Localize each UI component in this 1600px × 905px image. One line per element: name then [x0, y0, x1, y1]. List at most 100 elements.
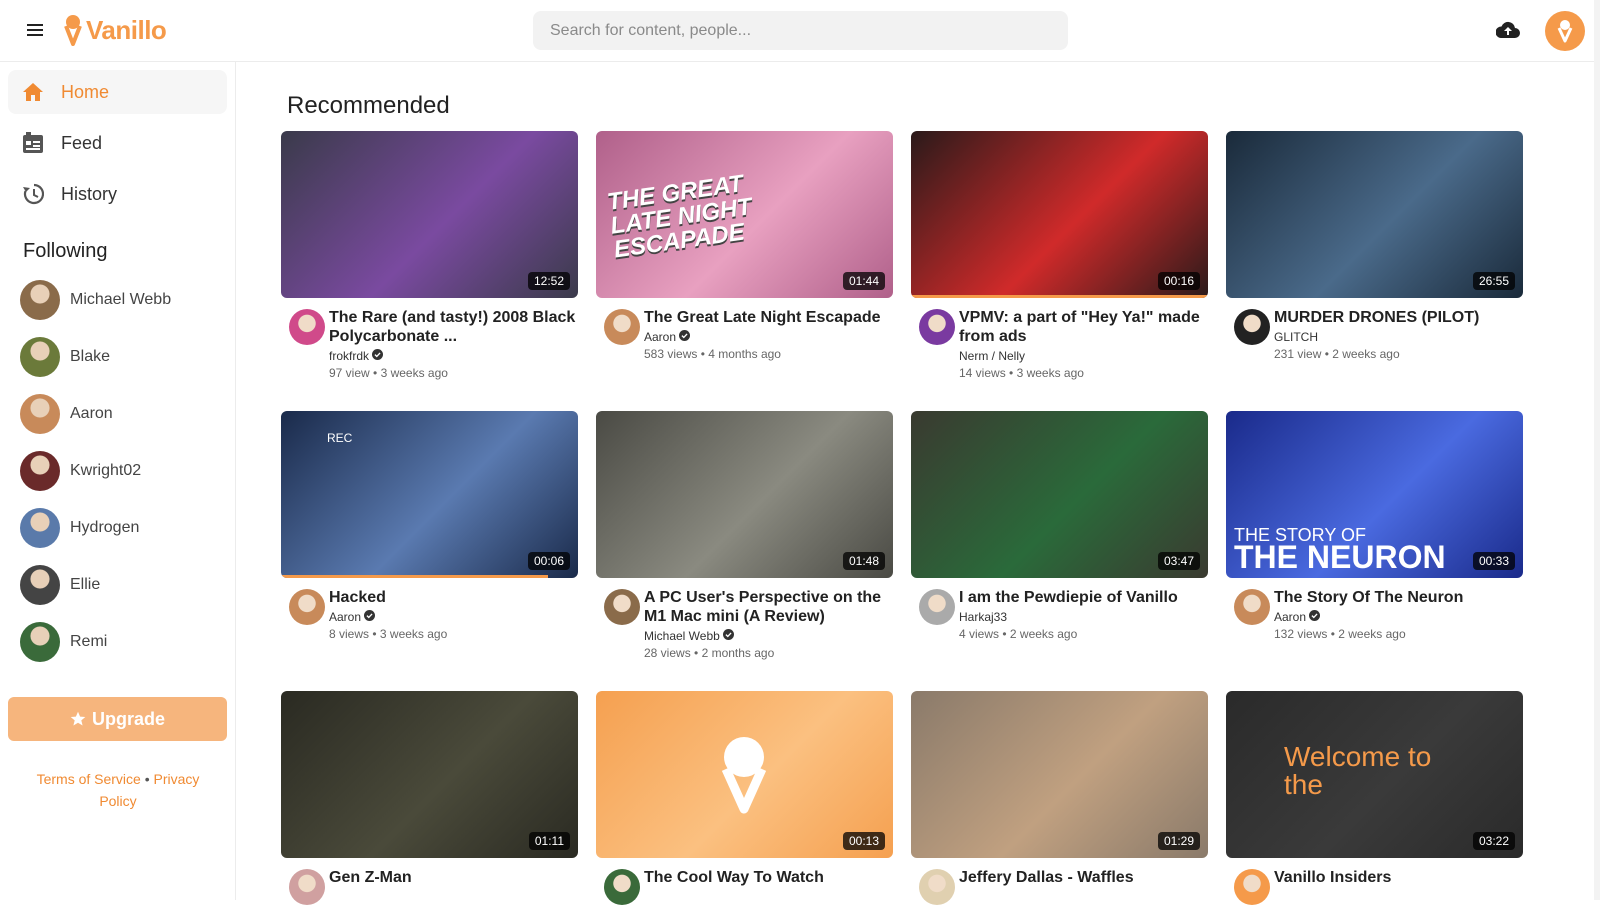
channel-name[interactable]: Nerm / Nelly: [959, 349, 1025, 363]
user-avatar[interactable]: [1545, 11, 1585, 51]
verified-icon: [722, 629, 734, 643]
channel-avatar[interactable]: [919, 589, 955, 625]
channel-avatar[interactable]: [289, 309, 325, 345]
sidebar-item-home[interactable]: Home: [8, 70, 227, 114]
following-item[interactable]: Remi: [20, 622, 107, 662]
upload-age: 2 months ago: [701, 646, 775, 660]
channel-name[interactable]: Harkaj33: [959, 610, 1007, 624]
video-title[interactable]: The Great Late Night Escapade: [644, 308, 893, 327]
view-count: 231 view: [1274, 347, 1322, 361]
upload-age: 3 weeks ago: [380, 366, 448, 380]
channel-name[interactable]: Michael Webb: [644, 629, 720, 643]
view-count: 132 views: [1274, 627, 1328, 641]
video-stats: 583 views • 4 months ago: [644, 347, 893, 361]
video-title[interactable]: I am the Pewdiepie of Vanillo: [959, 588, 1208, 607]
following-name: Blake: [70, 348, 111, 365]
video-title[interactable]: The Cool Way To Watch: [644, 868, 893, 887]
video-card[interactable]: THE GREAT LATE NIGHT ESCAPADE 01:44 The Gr…: [596, 131, 893, 361]
video-title[interactable]: Jeffery Dallas - Waffles: [959, 868, 1208, 887]
following-item[interactable]: Aaron: [20, 394, 113, 434]
channel-avatar[interactable]: [1234, 589, 1270, 625]
top-bar: Vanillo: [0, 0, 1600, 62]
stats-separator: •: [697, 347, 709, 361]
video-meta: MURDER DRONES (PILOT) GLITCH 231 view • 2 …: [1226, 308, 1523, 361]
channel-row: Aaron: [329, 610, 578, 624]
video-meta: The Great Late Night Escapade Aaron 583 vi…: [596, 308, 893, 361]
video-meta: Jeffery Dallas - Waffles: [911, 868, 1208, 905]
video-thumbnail[interactable]: THE GREAT LATE NIGHT ESCAPADE 01:44: [596, 131, 893, 298]
video-card[interactable]: REC 00:06 Hacked Aaron 8 views • 3 weeks ago: [281, 411, 578, 641]
channel-avatar[interactable]: [289, 589, 325, 625]
following-item[interactable]: Michael Webb: [20, 280, 171, 320]
following-item[interactable]: Ellie: [20, 565, 100, 605]
video-title[interactable]: Hacked: [329, 588, 578, 607]
video-thumbnail[interactable]: 26:55: [1226, 131, 1523, 298]
footer-separator: •: [144, 771, 150, 787]
video-card[interactable]: 01:29 Jeffery Dallas - Waffles: [911, 691, 1208, 905]
video-thumbnail[interactable]: 01:48: [596, 411, 893, 578]
video-title[interactable]: Vanillo Insiders: [1274, 868, 1523, 887]
menu-icon[interactable]: [27, 24, 43, 38]
channel-name[interactable]: Aaron: [329, 610, 361, 624]
channel-name[interactable]: Aaron: [1274, 610, 1306, 624]
sidebar-item-history[interactable]: History: [8, 172, 227, 216]
feed-icon: [22, 132, 44, 154]
video-thumbnail[interactable]: 03:47: [911, 411, 1208, 578]
video-card[interactable]: 01:11 Gen Z-Man: [281, 691, 578, 905]
channel-avatar[interactable]: [919, 309, 955, 345]
video-duration: 00:33: [1472, 552, 1515, 570]
upgrade-label: Upgrade: [91, 708, 165, 729]
video-title[interactable]: A PC User's Perspective on the M1 Mac mi…: [644, 588, 893, 626]
sidebar-item-feed[interactable]: Feed: [8, 121, 227, 165]
following-item[interactable]: Hydrogen: [20, 508, 139, 548]
video-card[interactable]: THE STORY OF THE NEURON 00:33 The Story Of …: [1226, 411, 1523, 641]
upload-age: 3 weeks ago: [379, 627, 448, 641]
verified-icon: [1309, 610, 1321, 624]
channel-avatar[interactable]: [604, 309, 640, 345]
video-thumbnail[interactable]: Welcome to the 03:22: [1226, 691, 1523, 858]
video-duration: 01:11: [528, 832, 570, 850]
following-item[interactable]: Blake: [20, 337, 110, 377]
scrollbar[interactable]: [1594, 0, 1600, 900]
video-thumbnail[interactable]: THE STORY OF THE NEURON 00:33: [1226, 411, 1523, 578]
video-title[interactable]: MURDER DRONES (PILOT): [1274, 308, 1523, 327]
video-card[interactable]: Welcome to the 03:22 Vanillo Insiders: [1226, 691, 1523, 905]
following-name: Aaron: [70, 405, 113, 422]
sidebar-item-label: Feed: [61, 132, 103, 153]
video-card[interactable]: 01:48 A PC User's Perspective on the M1 M…: [596, 411, 893, 660]
terms-link[interactable]: Terms of Service: [37, 771, 141, 787]
upgrade-button[interactable]: Upgrade: [8, 697, 227, 741]
video-thumbnail[interactable]: REC 00:06: [281, 411, 578, 578]
following-item[interactable]: Kwright02: [20, 451, 141, 491]
video-title[interactable]: VPMV: a part of "Hey Ya!" made from ads: [959, 308, 1208, 346]
upload-age: 2 weeks ago: [1009, 627, 1078, 641]
video-title[interactable]: The Story Of The Neuron: [1274, 588, 1523, 607]
video-meta: I am the Pewdiepie of Vanillo Harkaj33 4 v…: [911, 588, 1208, 641]
video-card[interactable]: 00:16 VPMV: a part of "Hey Ya!" made from…: [911, 131, 1208, 380]
channel-avatar[interactable]: [1234, 309, 1270, 345]
video-card[interactable]: 03:47 I am the Pewdiepie of Vanillo Harkaj…: [911, 411, 1208, 641]
video-thumbnail[interactable]: 01:11: [281, 691, 578, 858]
stats-separator: •: [999, 627, 1010, 641]
verified-icon: [372, 349, 384, 363]
video-card[interactable]: 26:55 MURDER DRONES (PILOT) GLITCH 231 view…: [1226, 131, 1523, 361]
video-thumbnail[interactable]: 12:52: [281, 131, 578, 298]
video-title[interactable]: The Rare (and tasty!) 2008 Black Polycar…: [329, 308, 578, 346]
upload-icon[interactable]: [1496, 21, 1520, 39]
channel-name[interactable]: frokfrdk: [329, 349, 369, 363]
avatar: [20, 394, 60, 434]
logo[interactable]: Vanillo: [62, 14, 167, 46]
video-thumbnail[interactable]: 01:29: [911, 691, 1208, 858]
thumbnail-text: REC: [327, 431, 353, 445]
video-thumbnail[interactable]: 00:16: [911, 131, 1208, 298]
vanillo-avatar-icon: [1557, 20, 1573, 43]
channel-avatar[interactable]: [604, 589, 640, 625]
video-card[interactable]: 00:13 The Cool Way To Watch: [596, 691, 893, 905]
channel-name[interactable]: GLITCH: [1274, 330, 1318, 344]
video-card[interactable]: 12:52 The Rare (and tasty!) 2008 Black Po…: [281, 131, 578, 380]
video-title[interactable]: Gen Z-Man: [329, 868, 578, 887]
stats-separator: •: [369, 627, 380, 641]
channel-name[interactable]: Aaron: [644, 330, 676, 344]
video-thumbnail[interactable]: 00:13: [596, 691, 893, 858]
search-input[interactable]: [533, 11, 1068, 50]
